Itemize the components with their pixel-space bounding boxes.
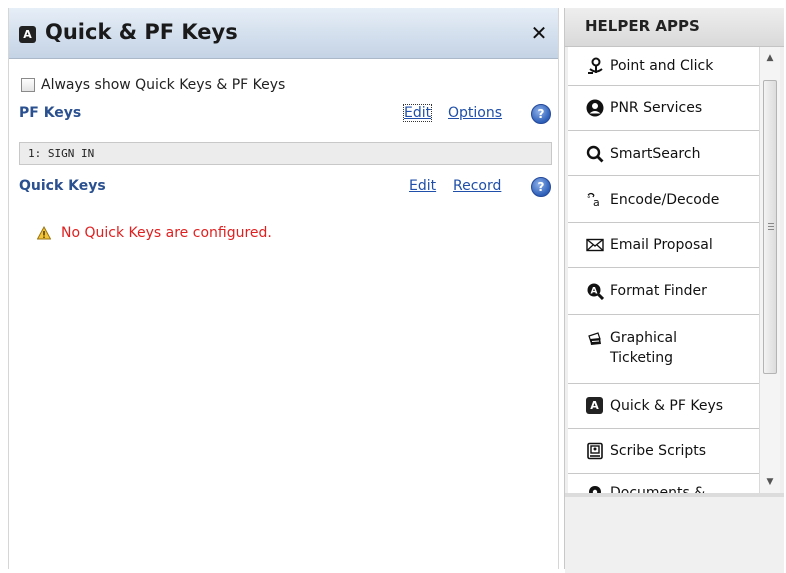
grip-line bbox=[768, 223, 774, 224]
app-label: Graphical Ticketing bbox=[610, 328, 677, 368]
a-badge-letter: A bbox=[590, 399, 599, 412]
scroll-up-icon[interactable]: ▲ bbox=[760, 49, 780, 67]
always-show-label[interactable]: Always show Quick Keys & PF Keys bbox=[41, 77, 285, 93]
app-label: Encode/Decode bbox=[610, 192, 720, 208]
panel-title: Quick & PF Keys bbox=[45, 20, 238, 44]
warning-icon bbox=[37, 226, 51, 240]
app-item-pnr-services[interactable]: PNR Services bbox=[568, 86, 759, 131]
app-label: PNR Services bbox=[610, 100, 703, 116]
pf-key-label: 1: SIGN IN bbox=[28, 147, 95, 160]
tickets-icon bbox=[586, 330, 604, 348]
helper-apps-header: HELPER APPS bbox=[565, 8, 784, 47]
app-item-format-finder[interactable]: A Format Finder bbox=[568, 268, 759, 315]
app-label: Documents & bbox=[610, 485, 706, 493]
quick-keys-help-icon[interactable]: ? bbox=[531, 177, 551, 197]
pf-key-row[interactable]: 1: SIGN IN bbox=[19, 142, 552, 165]
svg-text:°: ° bbox=[587, 195, 591, 203]
helper-apps-panel: HELPER APPS Point and Click PNR Services… bbox=[564, 8, 784, 573]
app-label: Point and Click bbox=[610, 58, 714, 74]
quick-keys-record-link[interactable]: Record bbox=[453, 178, 501, 194]
scroll-thumb[interactable] bbox=[763, 80, 777, 374]
close-button[interactable]: ✕ bbox=[528, 22, 550, 44]
always-show-checkbox[interactable] bbox=[21, 78, 35, 92]
svg-text:A: A bbox=[591, 287, 598, 297]
encode-decode-icon: a ° bbox=[586, 191, 604, 209]
helper-apps-list: Point and Click PNR Services SmartSearch… bbox=[568, 47, 759, 493]
helper-apps-footer-area bbox=[565, 493, 784, 573]
app-item-scribe-scripts[interactable]: Scribe Scripts bbox=[568, 429, 759, 474]
app-label: Format Finder bbox=[610, 283, 707, 299]
quick-keys-edit-link[interactable]: Edit bbox=[409, 178, 436, 194]
a-badge-icon: A bbox=[19, 26, 36, 43]
app-label: Quick & PF Keys bbox=[610, 398, 724, 414]
app-item-quick-pf-keys[interactable]: A Quick & PF Keys bbox=[568, 384, 759, 429]
pf-keys-help-icon[interactable]: ? bbox=[531, 104, 551, 124]
map-pin-icon bbox=[586, 485, 604, 493]
panel-header: A Quick & PF Keys ✕ bbox=[9, 8, 558, 59]
pf-keys-title: PF Keys bbox=[19, 105, 82, 121]
helper-apps-scrollbar[interactable]: ▲ ▼ bbox=[759, 47, 780, 493]
always-show-row[interactable]: Always show Quick Keys & PF Keys bbox=[21, 76, 285, 94]
helper-apps-title: HELPER APPS bbox=[585, 17, 700, 35]
app-item-smartsearch[interactable]: SmartSearch bbox=[568, 131, 759, 176]
scroll-down-icon[interactable]: ▼ bbox=[760, 473, 780, 491]
app-item-email-proposal[interactable]: Email Proposal bbox=[568, 223, 759, 268]
app-item-encode-decode[interactable]: a ° Encode/Decode bbox=[568, 176, 759, 223]
pf-keys-options-link[interactable]: Options bbox=[448, 105, 502, 121]
app-label-line2: Ticketing bbox=[610, 350, 674, 366]
app-label: Scribe Scripts bbox=[610, 443, 707, 459]
quick-pf-keys-panel: A Quick & PF Keys ✕ Always show Quick Ke… bbox=[8, 8, 559, 569]
app-label: SmartSearch bbox=[610, 146, 701, 162]
grip-line bbox=[768, 226, 774, 227]
app-item-graphical-ticketing[interactable]: Graphical Ticketing bbox=[568, 315, 759, 384]
person-icon bbox=[586, 99, 604, 117]
search-icon bbox=[586, 145, 604, 163]
svg-text:a: a bbox=[593, 196, 600, 209]
pf-keys-edit-link[interactable]: Edit bbox=[402, 104, 433, 122]
app-label-line1: Graphical bbox=[610, 330, 677, 346]
app-item-point-and-click[interactable]: Point and Click bbox=[568, 47, 759, 86]
quick-keys-empty-warning: No Quick Keys are configured. bbox=[37, 225, 272, 241]
script-icon bbox=[586, 442, 604, 460]
point-click-icon bbox=[586, 57, 604, 75]
envelope-icon bbox=[586, 236, 604, 254]
empty-message: No Quick Keys are configured. bbox=[61, 225, 272, 241]
grip-line bbox=[768, 229, 774, 230]
format-finder-icon: A bbox=[586, 282, 604, 300]
quick-keys-title: Quick Keys bbox=[19, 178, 106, 194]
app-label: Email Proposal bbox=[610, 237, 713, 253]
app-item-documents[interactable]: Documents & bbox=[568, 474, 759, 493]
a-badge-icon: A bbox=[586, 397, 603, 414]
